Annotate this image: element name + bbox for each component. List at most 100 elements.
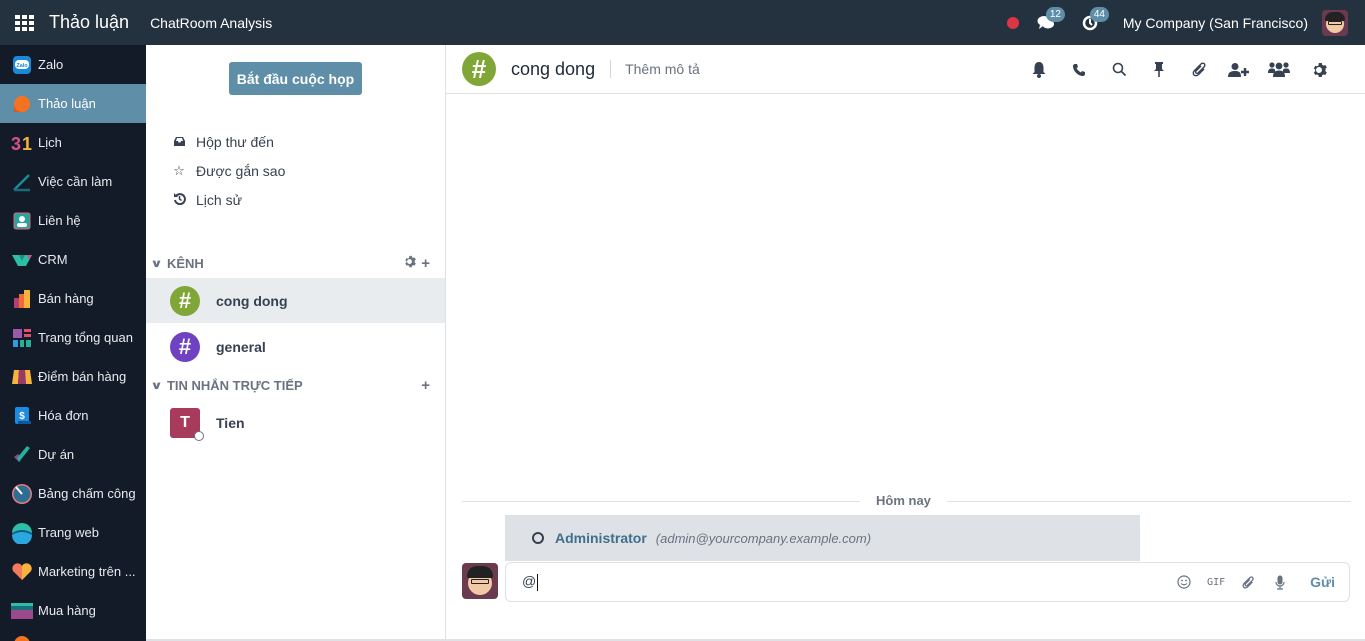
nav-inbox[interactable]: Hộp thư đến (172, 134, 274, 150)
sidebar-item-invoice[interactable]: $ Hóa đơn (0, 396, 146, 435)
sidebar-item-todo[interactable]: Việc cần làm (0, 162, 146, 201)
paperclip-icon (1242, 575, 1254, 589)
thread-header: # cong dong Thêm mô tả (446, 45, 1365, 94)
dashboard-icon (11, 328, 33, 348)
search-icon (1112, 62, 1126, 77)
top-navbar: Thảo luận ChatRoom Analysis 12 44 My Com… (0, 0, 1365, 45)
message-composer: @ GIF Gửi (505, 562, 1350, 602)
call-button[interactable] (1059, 55, 1099, 85)
sidebar-item-label: Dự án (38, 447, 75, 462)
apps-grid-icon[interactable] (15, 14, 35, 31)
crm-icon (11, 250, 33, 270)
channel-hash-icon: # (170, 285, 200, 316)
channel-item-general[interactable]: # general (146, 324, 445, 369)
sidebar-item-label: Hóa đơn (38, 408, 89, 423)
voice-message-button[interactable] (1264, 575, 1296, 590)
offline-status-icon (194, 430, 204, 441)
sidebar-item-label: Liên hệ (38, 213, 81, 228)
calendar-icon: 31 (11, 133, 33, 153)
nav-starred[interactable]: ☆ Được gắn sao (172, 163, 285, 179)
dm-item-tien[interactable]: T Tien (146, 400, 445, 445)
send-button[interactable]: Gửi (1310, 574, 1335, 590)
current-user-avatar (462, 563, 498, 599)
sidebar-item-calendar[interactable]: 31 Lịch (0, 123, 146, 162)
paperclip-icon (1192, 62, 1205, 77)
notification-settings-button[interactable] (1019, 55, 1059, 85)
mention-suggestion-item[interactable]: Administrator (admin@yourcompany.example… (505, 515, 1140, 561)
channels-section-header[interactable]: ∨ KÊNH + (146, 253, 446, 273)
sidebar-item-website[interactable]: Trang web (0, 513, 146, 552)
section-title: KÊNH (166, 255, 204, 271)
sidebar-item-label: Bán hàng (38, 291, 94, 306)
phone-icon (1073, 63, 1085, 76)
sidebar-item-label: Zalo (38, 57, 64, 72)
menu-chatroom-analysis[interactable]: ChatRoom Analysis (150, 15, 272, 31)
timesheet-icon (11, 483, 33, 504)
company-switcher[interactable]: My Company (San Francisco) (1123, 15, 1308, 31)
dm-avatar: T (170, 407, 204, 441)
messages-button[interactable]: 12 (1035, 6, 1065, 33)
add-channel-icon[interactable]: + (421, 255, 430, 272)
direct-messages-section-header[interactable]: ∨ TIN NHẮN TRỰC TIẾP + (146, 375, 446, 395)
gear-icon (1313, 62, 1327, 77)
dm-name: Tien (216, 414, 245, 431)
gear-icon[interactable] (403, 255, 417, 272)
history-icon (172, 192, 186, 208)
attach-file-button[interactable] (1232, 575, 1264, 590)
sidebar-item-crm[interactable]: CRM (0, 240, 146, 279)
sidebar-item-sales[interactable]: Bán hàng (0, 279, 146, 318)
purchase-icon (11, 601, 33, 621)
nav-label: Hộp thư đến (196, 134, 274, 150)
sidebar-item-label: Marketing trên ... (38, 564, 136, 579)
thread-settings-button[interactable] (1299, 55, 1339, 85)
start-meeting-button[interactable]: Bắt đầu cuộc họp (229, 62, 362, 95)
channel-item-cong-dong[interactable]: # cong dong (146, 278, 445, 323)
sidebar-item-dashboard[interactable]: Trang tổng quan (0, 318, 146, 357)
thread-description-input[interactable]: Thêm mô tả (625, 61, 700, 77)
messages-badge: 12 (1045, 6, 1065, 22)
sidebar-item-label: Thảo luận (38, 96, 96, 111)
chevron-down-icon: ∨ (150, 379, 163, 392)
marketing-icon (11, 562, 33, 582)
discuss-sidebar: Bắt đầu cuộc họp Hộp thư đến ☆ Được gắn … (146, 45, 446, 641)
recording-dot-icon[interactable] (1006, 16, 1019, 29)
inbox-icon (172, 135, 186, 150)
sidebar-item-zalo[interactable]: Zalo Zalo (0, 45, 146, 84)
pinned-messages-button[interactable] (1139, 55, 1179, 85)
apps-sidebar: Zalo Zalo Thảo luận 31 Lịch Việc cần làm… (0, 45, 146, 641)
nav-history[interactable]: Lịch sử (172, 192, 242, 208)
sidebar-item-label: Lịch (38, 135, 62, 150)
sidebar-item-contacts[interactable]: Liên hệ (0, 201, 146, 240)
sidebar-item-purchase[interactable]: Mua hàng (0, 591, 146, 630)
attachments-button[interactable] (1179, 55, 1219, 85)
activities-button[interactable]: 44 (1079, 6, 1109, 33)
sidebar-item-timesheet[interactable]: Bảng chấm công (0, 474, 146, 513)
nav-label: Lịch sử (196, 192, 242, 208)
add-users-button[interactable] (1219, 55, 1259, 85)
sales-icon (11, 289, 33, 309)
sidebar-item-label: Bảng chấm công (38, 486, 136, 501)
members-button[interactable] (1259, 55, 1299, 85)
sidebar-item-discuss[interactable]: Thảo luận (0, 84, 146, 123)
app-title[interactable]: Thảo luận (49, 12, 129, 33)
sidebar-item-more[interactable] (0, 630, 146, 641)
sidebar-item-pos[interactable]: Điểm bán hàng (0, 357, 146, 396)
message-input[interactable]: @ (522, 573, 1122, 591)
user-avatar[interactable] (1322, 9, 1348, 36)
search-messages-button[interactable] (1099, 55, 1139, 85)
suggestion-email: (admin@yourcompany.example.com) (655, 530, 872, 546)
add-user-icon (1228, 62, 1249, 77)
sidebar-item-project[interactable]: Dự án (0, 435, 146, 474)
thread-name[interactable]: cong dong (511, 59, 595, 80)
members-icon (1268, 62, 1290, 77)
channel-name: cong dong (216, 292, 288, 309)
suggestion-name: Administrator (555, 530, 647, 546)
channel-hash-icon: # (462, 52, 496, 86)
add-direct-message-icon[interactable]: + (421, 377, 430, 394)
sidebar-item-marketing[interactable]: Marketing trên ... (0, 552, 146, 591)
date-divider-label: Hôm nay (860, 493, 947, 508)
emoji-button[interactable] (1168, 575, 1200, 589)
microphone-icon (1275, 575, 1285, 590)
sidebar-item-label: Điểm bán hàng (38, 369, 127, 384)
gif-button[interactable]: GIF (1200, 577, 1232, 588)
